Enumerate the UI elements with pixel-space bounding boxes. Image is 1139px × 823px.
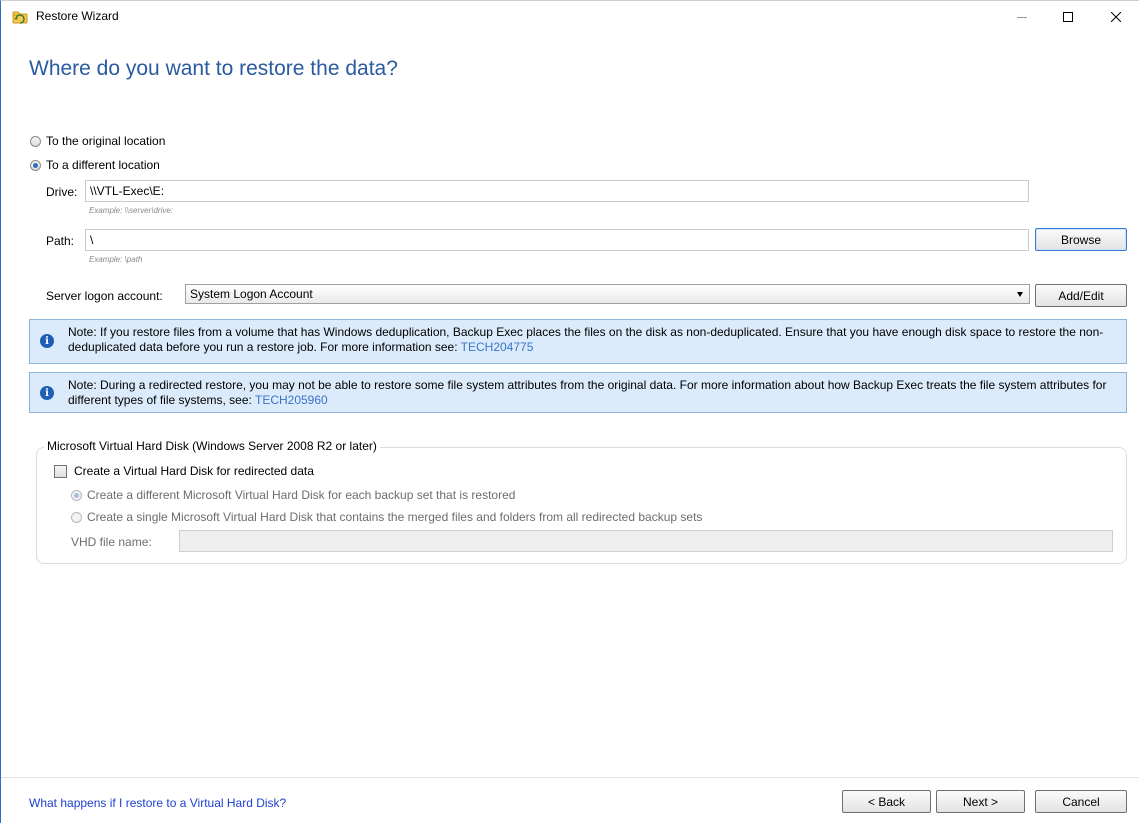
maximize-icon: [1063, 12, 1073, 22]
different-location-radio[interactable]: [30, 160, 41, 171]
add-edit-button[interactable]: Add/Edit: [1035, 284, 1127, 307]
vhd-help-link[interactable]: What happens if I restore to a Virtual H…: [29, 796, 286, 810]
vhd-each-backup-label[interactable]: Create a different Microsoft Virtual Har…: [87, 488, 515, 502]
vhd-each-backup-radio[interactable]: [71, 490, 82, 501]
close-button[interactable]: [1093, 1, 1139, 33]
redirect-note-body: Note: During a redirected restore, you m…: [68, 378, 1107, 407]
vhd-single-radio[interactable]: [71, 512, 82, 523]
logon-account-value: System Logon Account: [190, 287, 313, 301]
redirect-note-text: Note: During a redirected restore, you m…: [68, 378, 1118, 408]
path-label: Path:: [46, 234, 75, 248]
vhd-group-title: Microsoft Virtual Hard Disk (Windows Ser…: [44, 439, 380, 453]
original-location-radio[interactable]: [30, 136, 41, 147]
info-icon: i: [40, 334, 54, 348]
footer-divider: [1, 777, 1139, 778]
dedup-note-body: Note: If you restore files from a volume…: [68, 325, 1104, 354]
close-icon: [1111, 12, 1121, 22]
back-button[interactable]: < Back: [842, 790, 931, 813]
maximize-button[interactable]: [1045, 1, 1091, 33]
browse-button[interactable]: Browse: [1035, 228, 1127, 251]
cancel-button[interactable]: Cancel: [1035, 790, 1127, 813]
vhd-single-label[interactable]: Create a single Microsoft Virtual Hard D…: [87, 510, 702, 524]
path-input[interactable]: \: [85, 229, 1029, 251]
different-location-label[interactable]: To a different location: [46, 158, 160, 172]
path-example-hint: Example: \path: [89, 255, 143, 264]
page-heading: Where do you want to restore the data?: [29, 57, 398, 80]
info-icon: i: [40, 386, 54, 400]
minimize-button[interactable]: [999, 1, 1045, 33]
window-title: Restore Wizard: [36, 9, 119, 23]
create-vhd-checkbox[interactable]: [54, 465, 67, 478]
drive-example-hint: Example: \\server\drive:: [89, 206, 174, 215]
drive-input[interactable]: \\VTL-Exec\E:: [85, 180, 1029, 202]
logon-account-select[interactable]: System Logon Account: [185, 284, 1030, 304]
dedup-note-text: Note: If you restore files from a volume…: [68, 325, 1118, 355]
restore-app-icon: [12, 11, 28, 24]
create-vhd-label[interactable]: Create a Virtual Hard Disk for redirecte…: [74, 464, 314, 478]
original-location-label[interactable]: To the original location: [46, 134, 165, 148]
next-button[interactable]: Next >: [936, 790, 1025, 813]
chevron-down-icon: [1017, 292, 1023, 297]
tech205960-link[interactable]: TECH205960: [255, 393, 328, 407]
restore-wizard-window: Restore Wizard Where do you want to rest…: [0, 0, 1139, 823]
vhd-filename-input[interactable]: [179, 530, 1113, 552]
logon-account-label: Server logon account:: [46, 289, 163, 303]
tech204775-link[interactable]: TECH204775: [461, 340, 534, 354]
minimize-icon: [1017, 16, 1027, 18]
redirect-note: i Note: During a redirected restore, you…: [29, 372, 1127, 413]
title-bar: Restore Wizard: [1, 1, 1139, 33]
dedup-note: i Note: If you restore files from a volu…: [29, 319, 1127, 364]
vhd-filename-label: VHD file name:: [71, 535, 152, 549]
drive-label: Drive:: [46, 185, 78, 199]
